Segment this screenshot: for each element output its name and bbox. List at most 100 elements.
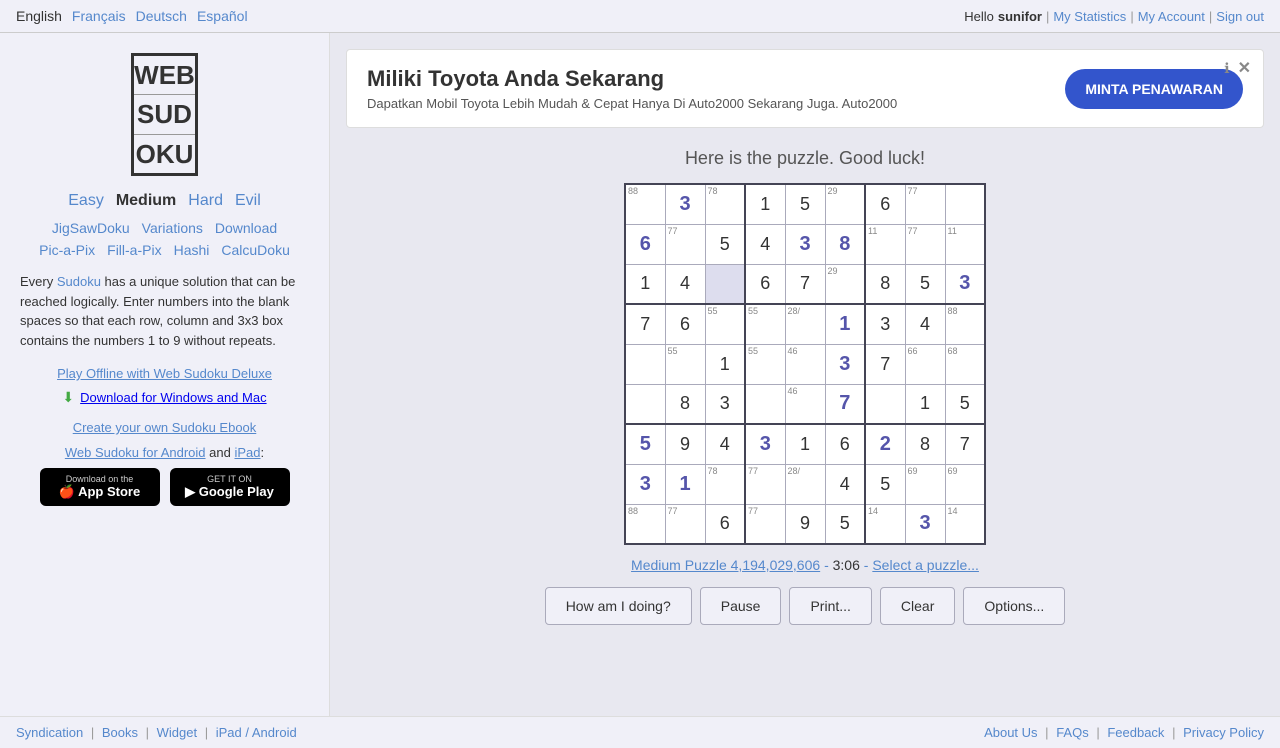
clear-button[interactable]: Clear: [880, 587, 955, 625]
download-promo-link[interactable]: Download for Windows and Mac: [80, 390, 266, 405]
picapix-link[interactable]: Pic-a-Pix: [39, 242, 95, 258]
cell-given-value: 6: [720, 513, 730, 533]
feedback-link[interactable]: Feedback: [1107, 725, 1164, 740]
cell-user-value: 3: [959, 272, 970, 294]
puzzle-info: Medium Puzzle 4,194,029,606 - 3:06 - Sel…: [346, 557, 1264, 573]
cell-user-value: 3: [799, 233, 810, 255]
cell-given-value: 1: [920, 393, 930, 413]
table-row: 4: [745, 224, 785, 264]
table-row: 7: [785, 264, 825, 304]
cell-given-value: 5: [720, 234, 730, 254]
difficulty-evil[interactable]: Evil: [235, 192, 261, 210]
top-nav: English Français Deutsch Español Hello s…: [0, 0, 1280, 33]
about-us-link[interactable]: About Us: [984, 725, 1037, 740]
ipad-link[interactable]: iPad: [234, 445, 260, 460]
cell-pencil-mark: 28/: [788, 466, 801, 476]
table-row: 1: [665, 464, 705, 504]
difficulty-hard[interactable]: Hard: [188, 192, 223, 210]
ad-info-icon[interactable]: ℹ: [1224, 60, 1229, 77]
table-row: 68: [945, 344, 985, 384]
jigsawdoku-link[interactable]: JigSawDoku: [52, 220, 130, 236]
cell-given-value: 5: [920, 273, 930, 293]
difficulty-medium[interactable]: Medium: [116, 192, 176, 210]
hello-text: Hello: [964, 9, 994, 24]
cell-given-value: 5: [960, 393, 970, 413]
puzzle-select-link[interactable]: Medium Puzzle 4,194,029,606: [631, 557, 820, 573]
lang-english[interactable]: English: [16, 8, 62, 24]
cell-given-value: 6: [760, 273, 770, 293]
cell-given-value: 7: [800, 273, 810, 293]
lang-french[interactable]: Français: [72, 8, 126, 24]
ad-close-icon[interactable]: ✕: [1238, 58, 1251, 78]
table-row[interactable]: [705, 264, 745, 304]
cell-pencil-mark: 77: [748, 466, 758, 476]
cell-pencil-mark: 46: [788, 386, 798, 396]
table-row: 5: [945, 384, 985, 424]
cell-given-value: 5: [880, 474, 890, 494]
cell-given-value: 5: [800, 194, 810, 214]
cell-pencil-mark: 55: [668, 346, 678, 356]
ad-controls: ℹ ✕: [1224, 58, 1251, 78]
table-row: 7: [865, 344, 905, 384]
select-puzzle-link[interactable]: Select a puzzle...: [872, 557, 979, 573]
table-row: 14: [865, 504, 905, 544]
variations-link[interactable]: Variations: [142, 220, 203, 236]
print-button[interactable]: Print...: [789, 587, 871, 625]
cell-pencil-mark: 29: [828, 266, 838, 276]
table-row: 3: [865, 304, 905, 344]
table-row: 7: [625, 304, 665, 344]
logo: WEB SUD OKU: [20, 53, 309, 176]
my-account-link[interactable]: My Account: [1138, 9, 1205, 24]
lang-german[interactable]: Deutsch: [136, 8, 187, 24]
sign-out-link[interactable]: Sign out: [1216, 9, 1264, 24]
cell-pencil-mark: 55: [708, 306, 718, 316]
table-row: 3: [905, 504, 945, 544]
widget-link[interactable]: Widget: [157, 725, 197, 740]
table-row: 3: [945, 264, 985, 304]
google-play-badge[interactable]: GET IT ON ▶ Google Play: [170, 468, 290, 506]
how-am-i-doing-button[interactable]: How am I doing?: [545, 587, 692, 625]
table-row: 6: [825, 424, 865, 464]
android-link[interactable]: Web Sudoku for Android: [65, 445, 206, 460]
difficulty-easy[interactable]: Easy: [68, 192, 104, 210]
table-row: 77: [745, 464, 785, 504]
cell-pencil-mark: 77: [668, 226, 678, 236]
ipad-android-link[interactable]: iPad / Android: [216, 725, 297, 740]
table-row: 29: [825, 184, 865, 224]
sudoku-link[interactable]: Sudoku: [57, 274, 101, 289]
table-row: 46: [785, 384, 825, 424]
cell-user-value: 3: [760, 433, 771, 455]
pause-button[interactable]: Pause: [700, 587, 782, 625]
apple-store-badge[interactable]: Download on the 🍎 App Store: [40, 468, 160, 506]
my-statistics-link[interactable]: My Statistics: [1053, 9, 1126, 24]
deluxe-promo-link[interactable]: Play Offline with Web Sudoku Deluxe: [20, 366, 309, 381]
table-row: 11: [865, 224, 905, 264]
cell-pencil-mark: 28/: [788, 306, 801, 316]
ebook-link[interactable]: Create your own Sudoku Ebook: [20, 420, 309, 435]
syndication-link[interactable]: Syndication: [16, 725, 83, 740]
calcudoku-link[interactable]: CalcuDoku: [221, 242, 289, 258]
table-row: [625, 344, 665, 384]
hashi-link[interactable]: Hashi: [174, 242, 210, 258]
cell-pencil-mark: 11: [868, 226, 877, 236]
cell-given-value: 1: [760, 194, 770, 214]
table-row: 77: [665, 504, 705, 544]
cell-pencil-mark: 11: [948, 226, 957, 236]
faqs-link[interactable]: FAQs: [1056, 725, 1089, 740]
fillapix-link[interactable]: Fill-a-Pix: [107, 242, 161, 258]
cell-pencil-mark: 77: [668, 506, 678, 516]
cell-pencil-mark: 88: [628, 186, 638, 196]
table-row: 5: [865, 464, 905, 504]
table-row: 8: [825, 224, 865, 264]
options-button[interactable]: Options...: [963, 587, 1065, 625]
lang-spanish[interactable]: Español: [197, 8, 248, 24]
books-link[interactable]: Books: [102, 725, 138, 740]
table-row: 4: [665, 264, 705, 304]
cell-given-value: 4: [840, 474, 850, 494]
table-row: 77: [905, 184, 945, 224]
privacy-policy-link[interactable]: Privacy Policy: [1183, 725, 1264, 740]
table-row: 2: [865, 424, 905, 464]
ad-cta-button[interactable]: MINTA PENAWARAN: [1065, 69, 1243, 109]
cell-pencil-mark: 69: [908, 466, 918, 476]
download-link[interactable]: Download: [215, 220, 277, 236]
